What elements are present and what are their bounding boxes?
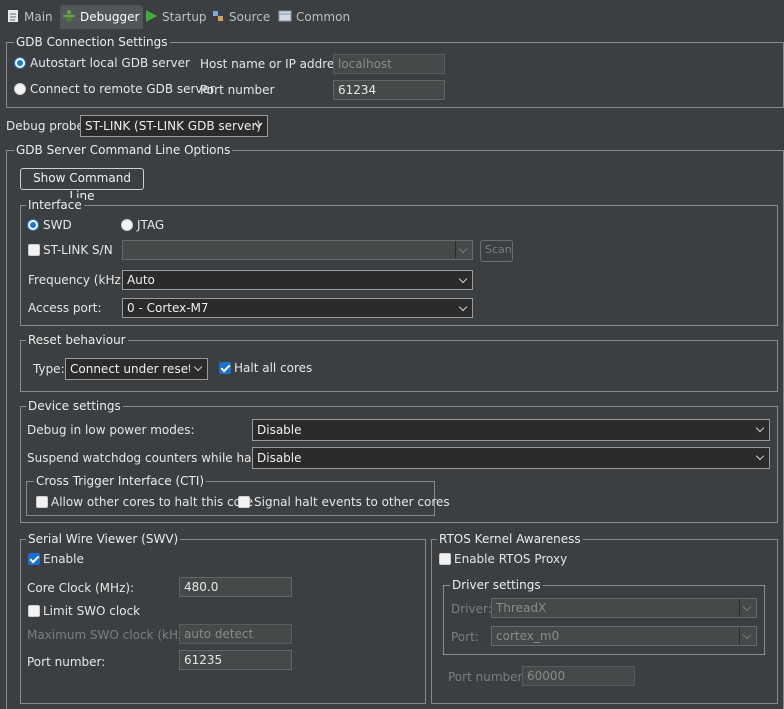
low-power-value: Disable (257, 423, 302, 437)
reset-title: Reset behaviour (26, 333, 128, 347)
stlink-sn-label: ST-LINK S/N (43, 243, 113, 257)
swd-radio[interactable] (27, 219, 39, 231)
gdb-connection-title: GDB Connection Settings (14, 35, 170, 49)
jtag-radio[interactable] (121, 219, 133, 231)
reset-type-label: Type: (33, 362, 65, 376)
low-power-select[interactable]: Disable (252, 419, 770, 441)
host-label: Host name or IP address (200, 57, 347, 71)
rtos-title: RTOS Kernel Awareness (437, 532, 583, 546)
swv-port-field[interactable]: 61235 (179, 650, 292, 670)
driver-value: ThreadX (496, 601, 547, 615)
frequency-select[interactable]: Auto (122, 270, 473, 290)
tab-source-label: Source (229, 10, 271, 24)
rtos-port-select[interactable]: cortex_m0 (491, 626, 757, 646)
watchdog-label: Suspend watchdog counters while halted: (27, 451, 279, 465)
core-clock-field[interactable]: 480.0 (179, 577, 292, 597)
frequency-label: Frequency (kHz): (28, 273, 130, 287)
document-icon (8, 10, 18, 22)
driver-select[interactable]: ThreadX (491, 598, 757, 618)
swv-title: Serial Wire Viewer (SWV) (26, 532, 181, 546)
tab-startup-label: Startup (162, 10, 207, 24)
allow-halt-label: Allow other cores to halt this core (51, 495, 254, 509)
access-port-value: 0 - Cortex-M7 (127, 301, 209, 315)
stlink-sn-checkbox[interactable] (28, 244, 40, 256)
chevron-down-icon (455, 241, 472, 259)
allow-halt-checkbox[interactable] (36, 496, 48, 508)
source-icon (213, 11, 223, 21)
limit-swo-label: Limit SWO clock (43, 604, 141, 618)
cti-title: Cross Trigger Interface (CTI) (34, 474, 207, 488)
debug-probe-value: ST-LINK (ST-LINK GDB server) (85, 119, 262, 133)
reset-type-value: Connect under reset (70, 362, 193, 376)
chevron-down-icon (739, 627, 756, 645)
frequency-value: Auto (127, 273, 155, 287)
chevron-down-icon (752, 420, 769, 440)
halt-all-checkbox[interactable] (219, 362, 231, 374)
device-title: Device settings (26, 399, 123, 413)
chevron-down-icon (254, 122, 263, 129)
tab-startup[interactable]: Startup (144, 6, 207, 28)
low-power-label: Debug in low power modes: (27, 423, 195, 437)
rtos-port-label: Port: (451, 630, 479, 644)
chevron-down-icon (455, 299, 472, 317)
tab-bar: Main Debugger Startup Source Common (0, 0, 784, 32)
port-field[interactable]: 61234 (333, 80, 445, 100)
debug-probe-select[interactable]: ST-LINK (ST-LINK GDB server) (80, 115, 268, 137)
core-clock-label: Core Clock (MHz): (27, 581, 135, 595)
common-icon (278, 10, 292, 22)
autostart-label: Autostart local GDB server (30, 56, 190, 70)
autostart-radio[interactable] (14, 57, 26, 69)
scan-button[interactable]: Scan (480, 240, 513, 262)
limit-swo-checkbox[interactable] (28, 605, 40, 617)
tab-debugger-label: Debugger (80, 10, 140, 24)
interface-title: Interface (26, 198, 84, 212)
chevron-down-icon (752, 448, 769, 468)
gdb-server-title: GDB Server Command Line Options (14, 143, 233, 157)
rtos-port-number-label: Port number: (448, 670, 527, 684)
signal-halt-checkbox[interactable] (238, 496, 250, 508)
tab-common[interactable]: Common (278, 6, 350, 28)
tab-main-label: Main (24, 10, 53, 24)
stlink-sn-select[interactable] (122, 240, 473, 260)
access-port-select[interactable]: 0 - Cortex-M7 (122, 298, 473, 318)
driver-label: Driver: (451, 602, 492, 616)
bug-icon (63, 10, 75, 22)
swv-enable-checkbox[interactable] (28, 553, 40, 565)
chevron-down-icon (739, 599, 756, 617)
play-icon (146, 10, 157, 22)
remote-radio[interactable] (14, 83, 26, 95)
host-field[interactable]: localhost (333, 54, 445, 74)
rtos-port-value: cortex_m0 (496, 629, 560, 643)
driver-settings-title: Driver settings (450, 578, 543, 592)
rtos-port-number-field[interactable]: 60000 (522, 666, 635, 686)
debug-probe-label: Debug probe (6, 119, 84, 133)
max-swo-field[interactable]: auto detect (179, 624, 292, 644)
halt-all-label: Halt all cores (234, 361, 313, 375)
swd-label: SWD (43, 218, 72, 232)
watchdog-select[interactable]: Disable (252, 447, 770, 469)
show-command-line-button[interactable]: Show Command Line (20, 168, 144, 203)
enable-rtos-proxy-label: Enable RTOS Proxy (454, 552, 568, 566)
swv-enable-label: Enable (43, 552, 84, 566)
jtag-label: JTAG (137, 218, 165, 232)
access-port-label: Access port: (28, 301, 102, 315)
tab-common-label: Common (296, 10, 351, 24)
tab-source[interactable]: Source (211, 6, 270, 28)
watchdog-value: Disable (257, 451, 302, 465)
tab-debugger[interactable]: Debugger (60, 5, 144, 29)
chevron-down-icon (455, 271, 472, 289)
enable-rtos-proxy-checkbox[interactable] (439, 553, 451, 565)
port-label: Port number (200, 83, 275, 97)
chevron-down-icon (190, 359, 207, 379)
max-swo-label: Maximum SWO clock (kHz): (27, 628, 193, 642)
signal-halt-label: Signal halt events to other cores (254, 495, 450, 509)
reset-type-select[interactable]: Connect under reset (65, 358, 208, 380)
swv-port-label: Port number: (27, 655, 106, 669)
tab-main[interactable]: Main (6, 6, 53, 28)
remote-label: Connect to remote GDB server (30, 82, 215, 96)
